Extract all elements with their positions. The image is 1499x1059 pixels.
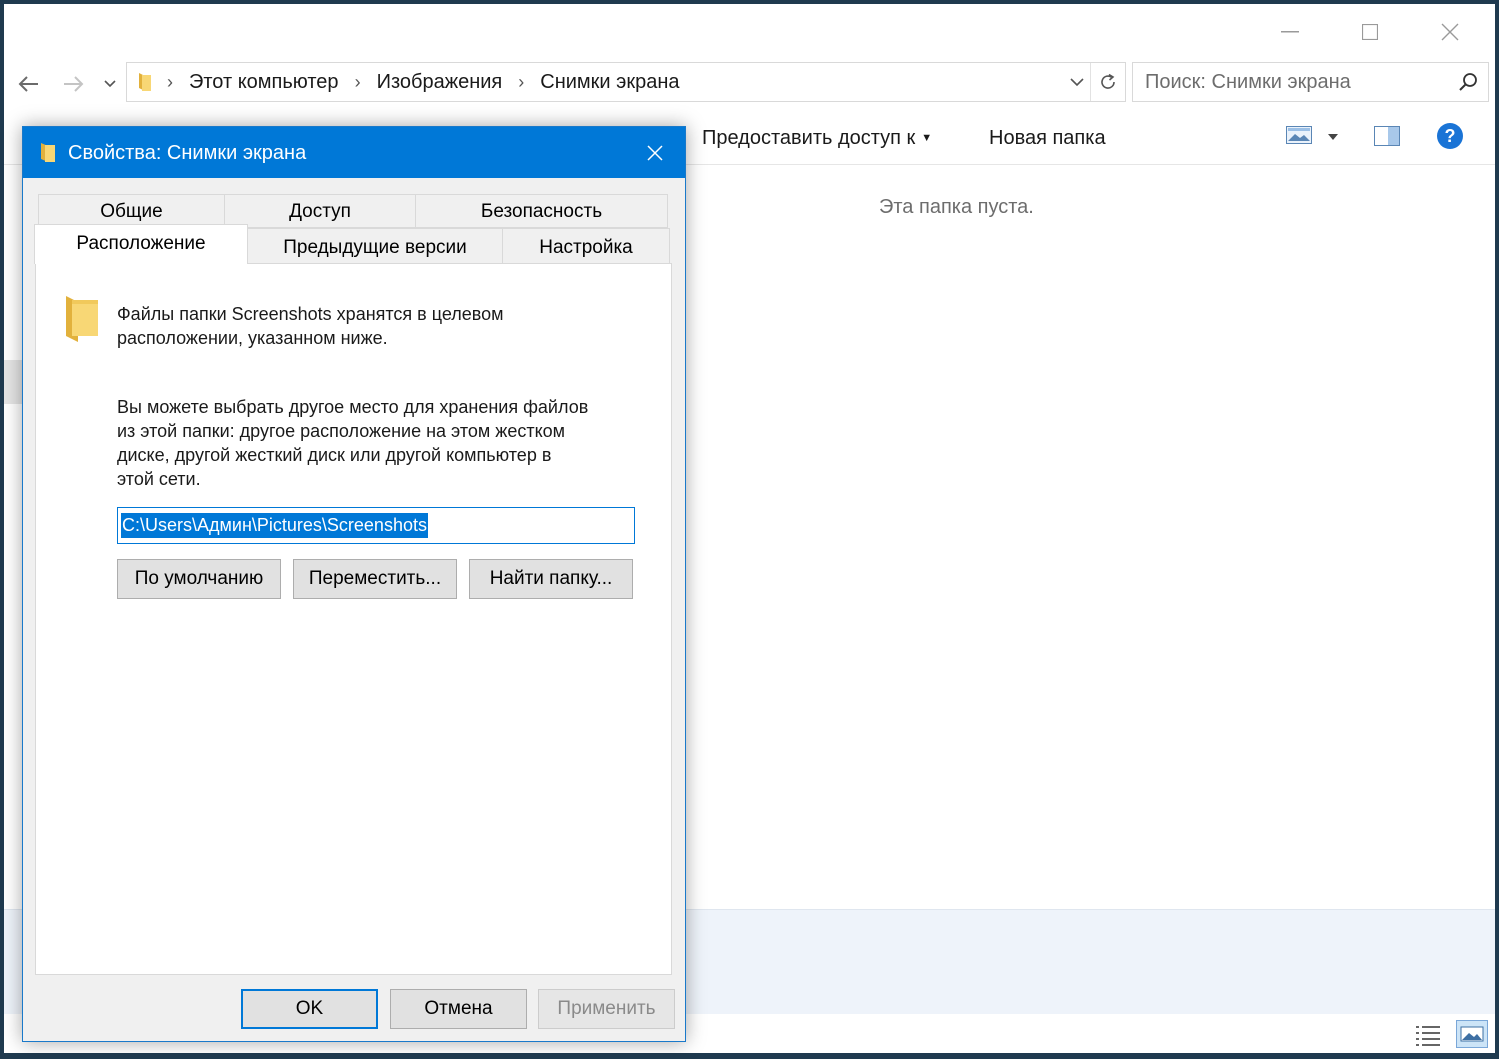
breadcrumb: › Этот компьютер › Изображения › Снимки …: [167, 63, 680, 101]
search-input[interactable]: Поиск: Снимки экрана: [1132, 62, 1489, 102]
share-label: Предоставить доступ к: [702, 127, 916, 149]
large-icons-view-icon: [1460, 1026, 1484, 1042]
move-button[interactable]: Переместить...: [293, 559, 457, 599]
help-icon[interactable]: ?: [1436, 122, 1464, 150]
tab-customize[interactable]: Настройка: [502, 228, 670, 264]
location-description-2: Вы можете выбрать другое место для хране…: [117, 395, 588, 491]
location-path-field[interactable]: C:\Users\Админ\Pictures\Screenshots: [117, 507, 635, 544]
change-view-icon[interactable]: [1286, 126, 1312, 144]
breadcrumb-item-screenshots[interactable]: Снимки экрана: [540, 71, 679, 94]
tab-previous-versions[interactable]: Предыдущие версии: [247, 228, 503, 264]
forward-button[interactable]: [56, 66, 92, 102]
empty-folder-message: Эта папка пуста.: [879, 196, 1034, 218]
svg-text:?: ?: [1445, 126, 1456, 146]
caret-down-icon[interactable]: [1328, 134, 1338, 140]
breadcrumb-separator[interactable]: ›: [355, 72, 361, 93]
maximize-button[interactable]: [1330, 8, 1410, 56]
large-icons-view-button[interactable]: [1456, 1020, 1488, 1048]
maximize-icon: [1362, 24, 1378, 40]
window-close-button[interactable]: [1410, 8, 1490, 56]
nav-pane-scroll-stub: [4, 360, 24, 404]
minimize-icon: [1281, 31, 1299, 33]
dialog-close-button[interactable]: [631, 127, 679, 178]
address-row: › Этот компьютер › Изображения › Снимки …: [4, 60, 1495, 108]
close-icon: [647, 144, 663, 161]
address-bar[interactable]: › Этот компьютер › Изображения › Снимки …: [126, 62, 1126, 102]
tab-sharing[interactable]: Доступ: [224, 194, 416, 228]
share-button[interactable]: Предоставить доступ к ▼: [702, 122, 932, 154]
properties-dialog: Свойства: Снимки экрана Общие Доступ Без…: [22, 126, 686, 1042]
breadcrumb-separator: ›: [167, 71, 173, 92]
chevron-down-icon: [104, 80, 116, 88]
description-line: расположении, указанном ниже.: [117, 328, 388, 348]
folder-icon: [41, 143, 55, 162]
back-button[interactable]: [10, 66, 46, 102]
location-path-value: C:\Users\Админ\Pictures\Screenshots: [121, 513, 428, 538]
description-line: Вы можете выбрать другое место для хране…: [117, 397, 589, 417]
breadcrumb-item-this-pc[interactable]: Этот компьютер: [189, 71, 339, 94]
back-arrow-icon: [18, 76, 38, 92]
ok-button[interactable]: OK: [241, 989, 378, 1029]
folder-icon: [66, 296, 98, 342]
description-line: из этой папки: другое расположение на эт…: [117, 421, 566, 441]
recent-locations-button[interactable]: [98, 66, 122, 102]
dialog-title: Свойства: Снимки экрана: [68, 142, 307, 164]
location-tab-panel: Файлы папки Screenshots хранятся в целев…: [35, 263, 672, 975]
find-target-button[interactable]: Найти папку...: [469, 559, 633, 599]
apply-button[interactable]: Применить: [538, 989, 675, 1029]
cancel-button[interactable]: Отмена: [390, 989, 527, 1029]
refresh-button[interactable]: [1090, 63, 1125, 101]
close-icon: [1441, 23, 1459, 41]
restore-default-button[interactable]: По умолчанию: [117, 559, 281, 599]
breadcrumb-separator[interactable]: ›: [518, 72, 524, 93]
location-description-1: Файлы папки Screenshots хранятся в целев…: [117, 302, 504, 350]
refresh-icon: [1101, 73, 1115, 89]
description-line: диске, другой жесткий диск или другой ко…: [117, 445, 552, 465]
address-history-button[interactable]: [1065, 63, 1089, 101]
description-line: этой сети.: [117, 469, 201, 489]
chevron-down-icon: [1070, 77, 1084, 86]
minimize-button[interactable]: [1250, 8, 1330, 56]
new-folder-button[interactable]: Новая папка: [989, 122, 1106, 154]
folder-icon: [139, 73, 151, 91]
search-icon[interactable]: [1458, 72, 1478, 92]
breadcrumb-item-pictures[interactable]: Изображения: [377, 71, 503, 94]
caret-down-icon: ▼: [921, 132, 933, 144]
details-view-icon[interactable]: [1416, 1024, 1440, 1046]
tab-general[interactable]: Общие: [38, 194, 225, 228]
description-line: Файлы папки Screenshots хранятся в целев…: [117, 304, 504, 324]
tab-security[interactable]: Безопасность: [415, 194, 668, 228]
dialog-titlebar[interactable]: Свойства: Снимки экрана: [23, 127, 685, 178]
tab-location[interactable]: Расположение: [34, 224, 248, 264]
forward-arrow-icon: [64, 76, 84, 92]
preview-pane-icon[interactable]: [1374, 126, 1400, 146]
search-placeholder: Поиск: Снимки экрана: [1145, 71, 1351, 93]
